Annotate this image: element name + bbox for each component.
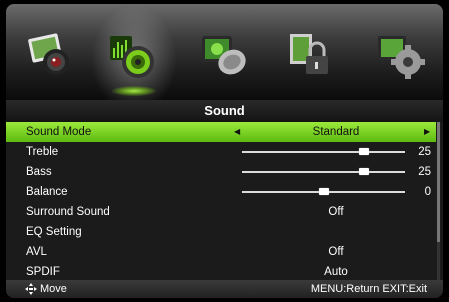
row-value: 0 [424, 186, 431, 198]
gear-icon [378, 36, 425, 79]
row-label: Bass [26, 166, 52, 178]
slider-thumb[interactable] [318, 188, 329, 195]
row-label: Surround Sound [26, 206, 110, 218]
right-arrow-icon[interactable]: ▶ [424, 122, 430, 142]
row-value: Standard [312, 126, 360, 138]
tab-channel[interactable] [196, 26, 252, 82]
row-label: SPDIF [26, 266, 60, 278]
footer-hints: Move MENU:Return EXIT:Exit [6, 280, 443, 298]
tab-lock[interactable] [284, 26, 340, 82]
row-label: Treble [26, 146, 59, 158]
row-value: 25 [418, 166, 431, 178]
menu-title: Sound [6, 100, 443, 122]
menu-tab-bar [6, 4, 443, 102]
tab-sound[interactable] [92, 6, 176, 102]
treble-slider[interactable] [242, 151, 405, 153]
row-bass[interactable]: Bass 25 [6, 162, 436, 182]
row-value: 25 [418, 146, 431, 158]
sound-settings-list: Sound Mode ◀ Standard ▶ Treble 25 Bass 2… [6, 122, 436, 282]
row-value: Off [328, 246, 344, 258]
row-avl[interactable]: AVL Off [6, 242, 436, 262]
satellite-dish-icon [202, 36, 246, 75]
left-arrow-icon[interactable]: ◀ [234, 122, 240, 142]
tab-picture[interactable] [22, 26, 78, 82]
lock-icon [290, 34, 328, 74]
row-balance[interactable]: Balance 0 [6, 182, 436, 202]
slider-thumb[interactable] [359, 148, 370, 155]
row-label: Sound Mode [26, 126, 92, 138]
scrollbar-thumb[interactable] [437, 122, 440, 242]
move-arrows-icon [25, 283, 37, 295]
row-value: Off [328, 206, 344, 218]
row-surround-sound[interactable]: Surround Sound Off [6, 202, 436, 222]
bass-slider[interactable] [242, 171, 405, 173]
move-label: Move [40, 283, 67, 295]
row-label: Balance [26, 186, 68, 198]
row-label: AVL [26, 246, 47, 258]
sound-menu-window: Sound Sound Mode ◀ Standard ▶ Treble 25 … [6, 4, 443, 298]
row-label: EQ Setting [26, 226, 82, 238]
row-sound-mode[interactable]: Sound Mode ◀ Standard ▶ [6, 122, 436, 142]
picture-icon [28, 33, 69, 75]
tab-setup[interactable] [372, 26, 428, 82]
row-value: Auto [324, 266, 348, 278]
row-eq-setting[interactable]: EQ Setting [6, 222, 436, 242]
row-spdif[interactable]: SPDIF Auto [6, 262, 436, 282]
speaker-icon [110, 36, 154, 78]
menu-exit-hints: MENU:Return EXIT:Exit [310, 283, 427, 295]
slider-thumb[interactable] [359, 168, 370, 175]
row-treble[interactable]: Treble 25 [6, 142, 436, 162]
scrollbar[interactable] [437, 122, 440, 282]
